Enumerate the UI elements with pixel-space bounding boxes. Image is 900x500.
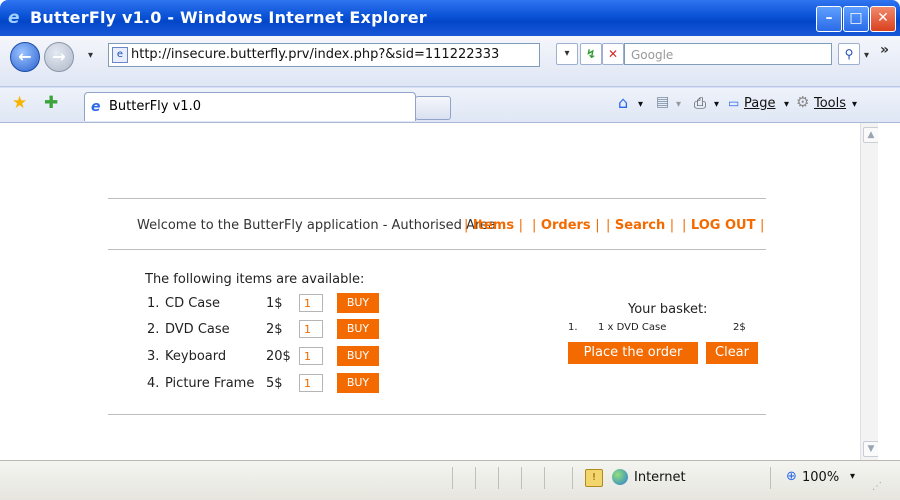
welcome-text: Welcome to the ButterFly application - A… <box>137 218 496 233</box>
page-content <box>0 123 900 460</box>
address-dropdown-button[interactable]: ▾ <box>556 43 578 65</box>
buy-button[interactable]: BUY <box>337 373 379 393</box>
place-order-button[interactable]: Place the order <box>568 342 698 364</box>
tools-menu-dropdown-icon[interactable]: ▾ <box>852 99 857 110</box>
status-separator <box>572 467 573 489</box>
buy-button[interactable]: BUY <box>337 293 379 313</box>
tab-butterfly[interactable]: e ButterFly v1.0 <box>84 92 416 121</box>
tabs-bar: ★ ✚ e ButterFly v1.0 ⌂ ▾ ▤ ▾ ⎙ ▾ ▭ Page … <box>0 88 900 123</box>
protected-mode-icon[interactable]: ! <box>585 469 603 487</box>
page-icon: e <box>112 47 128 63</box>
tools-gear-icon: ⚙ <box>796 93 810 111</box>
minimize-button[interactable]: – <box>816 6 842 32</box>
ie-page-icon: e <box>91 99 101 115</box>
refresh-button[interactable]: ↯ <box>580 43 602 65</box>
basket-title: Your basket: <box>628 302 708 317</box>
search-input[interactable]: Google <box>624 43 832 65</box>
menu-orders-link[interactable]: | Orders | <box>532 218 600 233</box>
back-button[interactable]: ← <box>10 42 40 72</box>
quantity-input[interactable]: 1 <box>299 320 323 338</box>
title-bar: e ButterFly v1.0 - Windows Internet Expl… <box>0 0 900 36</box>
item-price: 20$ <box>266 349 291 364</box>
stop-button[interactable]: ✕ <box>602 43 624 65</box>
basket-line-number: 1. <box>568 322 578 333</box>
status-separator <box>770 467 771 489</box>
overflow-chevron-icon[interactable]: » <box>880 42 889 58</box>
page-menu-dropdown-icon[interactable]: ▾ <box>784 99 789 110</box>
maximize-button[interactable]: □ <box>843 6 869 32</box>
page-menu-label: Page <box>744 96 776 111</box>
status-separator <box>475 467 476 489</box>
print-icon[interactable]: ⎙ <box>694 94 706 112</box>
item-number: 3. <box>147 349 160 364</box>
security-zone-label[interactable]: Internet <box>634 470 686 485</box>
clear-basket-button[interactable]: Clear <box>706 342 758 364</box>
window-right-edge <box>878 123 900 460</box>
home-icon[interactable]: ⌂ <box>618 93 628 112</box>
address-bar[interactable]: e http://insecure.butterfly.prv/index.ph… <box>108 43 540 67</box>
add-favorite-icon[interactable]: ✚ <box>44 93 58 113</box>
feeds-dropdown-icon[interactable]: ▾ <box>676 99 681 110</box>
item-name: Picture Frame <box>165 376 255 391</box>
print-dropdown-icon[interactable]: ▾ <box>714 99 719 110</box>
search-icon[interactable]: ⚲ <box>838 43 860 65</box>
scroll-down-button[interactable]: ▼ <box>863 441 879 457</box>
vertical-scrollbar[interactable]: ▲ ▼ <box>860 123 879 460</box>
tab-label: ButterFly v1.0 <box>109 99 201 114</box>
status-separator <box>521 467 522 489</box>
menu-search-link[interactable]: | Search | <box>606 218 674 233</box>
search-options-dropdown-icon[interactable]: ▾ <box>864 50 869 61</box>
ie-logo-icon: e <box>8 8 20 28</box>
recent-pages-dropdown-icon[interactable]: ▾ <box>88 50 93 61</box>
buy-button[interactable]: BUY <box>337 346 379 366</box>
home-dropdown-icon[interactable]: ▾ <box>638 99 643 110</box>
tools-menu[interactable]: Tools <box>814 96 846 111</box>
item-price: 1$ <box>266 296 283 311</box>
navigation-toolbar: ← → ▾ e http://insecure.butterfly.prv/in… <box>0 36 900 87</box>
tools-menu-label: Tools <box>814 96 847 111</box>
status-separator <box>544 467 545 489</box>
address-url: http://insecure.butterfly.prv/index.php?… <box>131 47 500 62</box>
zoom-dropdown-icon[interactable]: ▾ <box>850 471 855 482</box>
item-name: Keyboard <box>165 349 227 364</box>
basket-line-price: 2$ <box>733 322 746 333</box>
browser-window: e ButterFly v1.0 - Windows Internet Expl… <box>0 0 900 500</box>
buy-button[interactable]: BUY <box>337 319 379 339</box>
item-number: 4. <box>147 376 160 391</box>
bottom-divider <box>108 414 766 415</box>
page-menu[interactable]: Page <box>744 96 775 111</box>
status-separator <box>498 467 499 489</box>
basket-line-description: 1 x DVD Case <box>598 322 667 333</box>
item-name: DVD Case <box>165 322 230 337</box>
quantity-input[interactable]: 1 <box>299 374 323 392</box>
scroll-up-button[interactable]: ▲ <box>863 127 879 143</box>
page-menu-icon: ▭ <box>728 96 740 110</box>
new-tab-button[interactable] <box>415 96 451 120</box>
item-number: 1. <box>147 296 160 311</box>
status-separator <box>452 467 453 489</box>
close-button[interactable]: ✕ <box>870 6 896 32</box>
item-name: CD Case <box>165 296 221 311</box>
menu-logout-link[interactable]: | LOG OUT | <box>682 218 764 233</box>
resize-grip-icon[interactable]: ⋰ <box>872 481 882 492</box>
item-number: 2. <box>147 322 160 337</box>
menu-divider <box>108 249 766 250</box>
item-price: 2$ <box>266 322 283 337</box>
window-title: ButterFly v1.0 - Windows Internet Explor… <box>30 8 427 27</box>
status-bar: ! Internet ⊕ 100% ▾ ⋰ <box>0 460 900 500</box>
top-divider <box>108 198 766 199</box>
quantity-input[interactable]: 1 <box>299 347 323 365</box>
internet-globe-icon <box>612 469 628 485</box>
quantity-input[interactable]: 1 <box>299 294 323 312</box>
forward-button[interactable]: → <box>44 42 74 72</box>
zoom-icon: ⊕ <box>786 469 797 484</box>
available-heading: The following items are available: <box>145 272 365 287</box>
favorites-star-icon[interactable]: ★ <box>12 93 27 113</box>
item-price: 5$ <box>266 376 283 391</box>
zoom-level[interactable]: 100% <box>802 470 839 485</box>
menu-items-link[interactable]: | Items | <box>464 218 523 233</box>
feeds-icon[interactable]: ▤ <box>656 94 669 110</box>
